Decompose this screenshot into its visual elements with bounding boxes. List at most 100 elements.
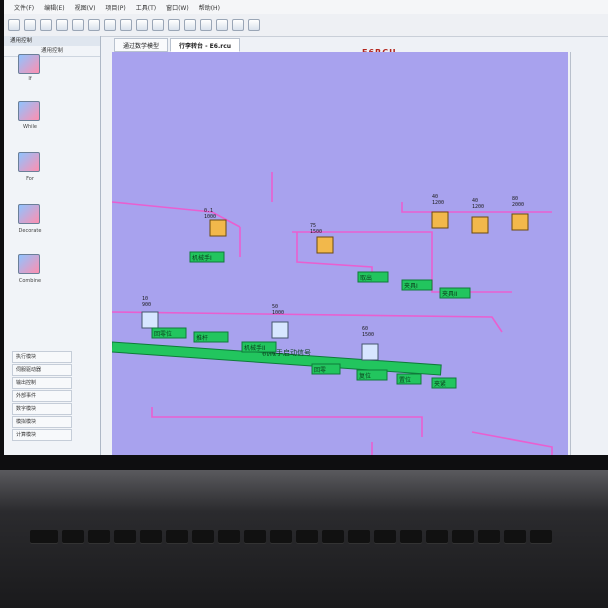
node[interactable]: 60 1500 xyxy=(361,326,379,361)
category-item[interactable]: 执行模块 xyxy=(12,351,72,363)
key xyxy=(140,530,162,543)
key xyxy=(244,530,266,543)
node[interactable]: 10 900 xyxy=(141,296,159,329)
category-item[interactable]: 数字模块 xyxy=(12,403,72,415)
key xyxy=(504,530,526,543)
node[interactable]: 50 1000 xyxy=(271,304,289,339)
tag-label: 夹具II xyxy=(442,290,458,298)
menu-project[interactable]: 项目(P) xyxy=(105,3,125,12)
copy-icon[interactable] xyxy=(104,19,116,31)
decorate-block-icon[interactable] xyxy=(18,204,40,224)
key xyxy=(88,530,110,543)
key xyxy=(374,530,396,543)
flow-canvas[interactable]: 机械手启动信号 0.1 1000 75 1500 40 1200 40 1200 xyxy=(112,52,568,455)
menu-bar: 文件(F) 编辑(E) 视图(V) 项目(P) 工具(T) 窗口(W) 帮助(H… xyxy=(4,0,608,15)
node-value2: 2000 xyxy=(512,202,524,208)
left-panel: 通用控制 通用控制 If While For Decorate Combine … xyxy=(4,36,101,455)
tool-label: If xyxy=(28,76,32,82)
tool-label: Decorate xyxy=(18,228,42,234)
category-item[interactable]: 模拟模块 xyxy=(12,416,72,428)
run-icon[interactable] xyxy=(184,19,196,31)
keyboard xyxy=(0,520,608,608)
node-value2: 1000 xyxy=(272,310,284,316)
node[interactable]: 75 1500 xyxy=(310,223,334,254)
key xyxy=(114,530,136,543)
paste-icon[interactable] xyxy=(120,19,132,31)
key xyxy=(478,530,500,543)
tag-label: 夹紧 xyxy=(434,380,446,388)
menu-view[interactable]: 视图(V) xyxy=(75,3,96,12)
menu-help[interactable]: 帮助(H) xyxy=(199,3,220,12)
node-value2: 1000 xyxy=(204,214,216,220)
node-value2: 900 xyxy=(142,302,151,308)
upload-icon[interactable] xyxy=(248,19,260,31)
menu-window[interactable]: 窗口(W) xyxy=(166,3,189,12)
category-item[interactable]: 外部事件 xyxy=(12,390,72,402)
key xyxy=(322,530,344,543)
menu-edit[interactable]: 编辑(E) xyxy=(44,3,64,12)
tag-label: 机械手II xyxy=(244,344,266,352)
tool-label: Combine xyxy=(18,278,42,284)
save-icon[interactable] xyxy=(40,19,52,31)
cut-icon[interactable] xyxy=(88,19,100,31)
menu-tools[interactable]: 工具(T) xyxy=(136,3,156,12)
right-panel xyxy=(570,52,608,455)
text-icon[interactable] xyxy=(168,19,180,31)
wire xyxy=(151,407,423,437)
key xyxy=(218,530,240,543)
key xyxy=(192,530,214,543)
tag-label: 夹具I xyxy=(404,282,418,290)
node-value2: 1200 xyxy=(432,200,444,206)
key xyxy=(348,530,370,543)
key xyxy=(530,530,552,543)
open-file-icon[interactable] xyxy=(24,19,36,31)
key xyxy=(166,530,188,543)
node[interactable]: 40 1200 xyxy=(471,198,489,234)
download-icon[interactable] xyxy=(232,19,244,31)
category-item[interactable]: 输出控制 xyxy=(12,377,72,389)
combine-block-icon[interactable] xyxy=(18,254,40,274)
new-file-icon[interactable] xyxy=(8,19,20,31)
tool-label: For xyxy=(26,176,34,182)
node[interactable]: 40 1200 xyxy=(431,194,449,229)
key xyxy=(452,530,474,543)
tag-label: 推杆 xyxy=(196,334,208,342)
undo-icon[interactable] xyxy=(56,19,68,31)
grid-icon[interactable] xyxy=(152,19,164,31)
wire xyxy=(471,431,553,455)
key xyxy=(62,530,84,543)
for-block-icon[interactable] xyxy=(18,152,40,172)
if-block-icon[interactable] xyxy=(18,54,40,74)
key xyxy=(426,530,448,543)
node-value2: 1500 xyxy=(310,229,322,235)
category-item[interactable]: 计算模块 xyxy=(12,429,72,441)
stop-icon[interactable] xyxy=(200,19,212,31)
key xyxy=(30,530,58,543)
zoom-icon[interactable] xyxy=(136,19,148,31)
toolbar xyxy=(4,14,608,37)
category-item[interactable]: 伺服驱动器 xyxy=(12,364,72,376)
node[interactable]: 0.1 1000 xyxy=(204,208,227,237)
while-block-icon[interactable] xyxy=(18,101,40,121)
tag-label: 回零 xyxy=(314,367,326,374)
node-value2: 1500 xyxy=(362,332,374,338)
node-value2: 1200 xyxy=(472,204,484,210)
category-list: 执行模块 伺服驱动器 输出控制 外部事件 数字模块 模拟模块 计算模块 xyxy=(12,351,72,442)
tab-model[interactable]: 通过数学模型 xyxy=(114,38,169,52)
menu-file[interactable]: 文件(F) xyxy=(14,3,34,12)
tool-label: While xyxy=(23,124,37,130)
key xyxy=(296,530,318,543)
tag-label: 机械手I xyxy=(192,254,212,262)
tag-label: 置位 xyxy=(399,376,411,384)
key xyxy=(400,530,422,543)
settings-icon[interactable] xyxy=(216,19,228,31)
tab-e6rcu[interactable]: 行李转台 - E6.rcu xyxy=(170,38,241,52)
app-window: 文件(F) 编辑(E) 视图(V) 项目(P) 工具(T) 窗口(W) 帮助(H… xyxy=(4,0,608,455)
tag-label: 取出 xyxy=(360,274,372,282)
node[interactable]: 80 2000 xyxy=(511,196,529,231)
left-panel-title: 通用控制 xyxy=(4,36,100,46)
redo-icon[interactable] xyxy=(72,19,84,31)
flow-diagram: 机械手启动信号 0.1 1000 75 1500 40 1200 40 1200 xyxy=(112,172,553,455)
tag-label: 回零位 xyxy=(154,330,172,338)
flow-banner[interactable] xyxy=(112,341,442,376)
